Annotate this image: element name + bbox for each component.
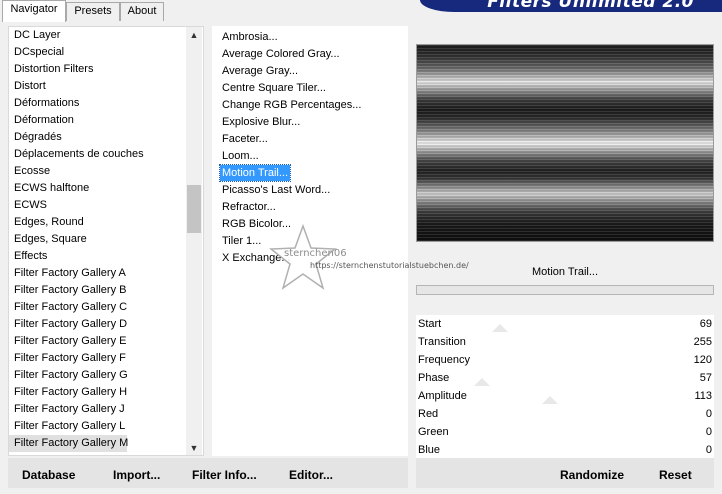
category-item[interactable]: Filter Factory Gallery E bbox=[9, 333, 187, 350]
tab-about[interactable]: About bbox=[120, 2, 164, 21]
filter-item[interactable]: Explosive Blur... bbox=[220, 114, 302, 130]
category-item[interactable]: Déformations bbox=[9, 95, 187, 112]
filter-info-button[interactable]: Filter Info... bbox=[192, 468, 257, 482]
category-item[interactable]: Filter Factory Gallery H bbox=[9, 384, 187, 401]
category-item[interactable]: Filter Factory Gallery D bbox=[9, 316, 187, 333]
bottom-button-bar-left: Database Import... Filter Info... Editor… bbox=[8, 458, 408, 488]
parameter-label: Green bbox=[418, 426, 449, 438]
filter-item[interactable]: Tiler 1... bbox=[220, 233, 263, 249]
category-item[interactable]: Filter Factory Gallery A bbox=[9, 265, 187, 282]
editor-button[interactable]: Editor... bbox=[289, 468, 333, 482]
filter-item[interactable]: X Exchange... bbox=[220, 250, 293, 266]
category-item[interactable]: ECWS bbox=[9, 197, 187, 214]
parameter-row[interactable]: Green 0 bbox=[416, 423, 714, 441]
category-item[interactable]: DC Layer bbox=[9, 27, 187, 44]
category-item[interactable]: Filter Factory Gallery C bbox=[9, 299, 187, 316]
brand-title: Filters Unlimited 2.0 bbox=[487, 0, 694, 12]
category-item[interactable]: Filter Factory Gallery L bbox=[9, 418, 187, 435]
parameter-value: 0 bbox=[705, 444, 712, 456]
category-item[interactable]: Edges, Round bbox=[9, 214, 187, 231]
category-list-panel: DC Layer DCspecial Distortion Filters Disto… bbox=[8, 26, 204, 456]
category-item[interactable]: Distortion Filters bbox=[9, 61, 187, 78]
parameter-panel: Start 69 Transition 255 Frequency 120 Phase 57 A… bbox=[416, 315, 714, 459]
progress-bar bbox=[416, 285, 714, 295]
filter-preview bbox=[416, 44, 714, 242]
parameter-row[interactable]: Transition 255 bbox=[416, 333, 714, 351]
tab-presets[interactable]: Presets bbox=[66, 2, 120, 21]
category-item[interactable]: Filter Factory Gallery J bbox=[9, 401, 187, 418]
parameter-value: 0 bbox=[705, 408, 712, 420]
category-item[interactable]: Déformation bbox=[9, 112, 187, 129]
parameter-value: 113 bbox=[694, 390, 712, 402]
category-list[interactable]: DC Layer DCspecial Distortion Filters Disto… bbox=[9, 27, 187, 455]
database-button[interactable]: Database bbox=[22, 468, 75, 482]
parameter-label: Red bbox=[418, 408, 439, 420]
scroll-thumb[interactable] bbox=[187, 185, 201, 233]
parameter-label: Transition bbox=[418, 336, 466, 348]
category-item[interactable]: Effects bbox=[9, 248, 187, 265]
parameter-value: 69 bbox=[699, 318, 712, 330]
parameter-row[interactable]: Blue 0 bbox=[416, 441, 714, 459]
parameter-value: 0 bbox=[705, 426, 712, 438]
category-item[interactable]: Filter Factory Gallery B bbox=[9, 282, 187, 299]
parameter-row[interactable]: Amplitude 113 bbox=[416, 387, 714, 405]
parameter-label: Start bbox=[418, 318, 442, 330]
filter-item[interactable]: Ambrosia... bbox=[220, 29, 280, 45]
category-item[interactable]: Dégradés bbox=[9, 129, 187, 146]
brand-banner: Filters Unlimited 2.0 bbox=[420, 0, 722, 12]
parameter-row[interactable]: Frequency 120 bbox=[416, 351, 714, 369]
category-scrollbar[interactable]: ▲ ▼ bbox=[186, 27, 202, 455]
bottom-button-bar-right: Randomize Reset bbox=[416, 458, 714, 488]
category-item[interactable]: Ecosse bbox=[9, 163, 187, 180]
reset-button[interactable]: Reset bbox=[659, 468, 692, 482]
category-item[interactable]: Distort bbox=[9, 78, 187, 95]
import-button[interactable]: Import... bbox=[113, 468, 160, 482]
parameter-label: Frequency bbox=[418, 354, 470, 366]
category-item[interactable]: DCspecial bbox=[9, 44, 187, 61]
category-item[interactable]: Filter Factory Gallery G bbox=[9, 367, 187, 384]
category-item[interactable]: Filter Factory Gallery F bbox=[9, 350, 187, 367]
parameter-label: Phase bbox=[418, 372, 450, 384]
parameter-value: 255 bbox=[693, 336, 712, 348]
category-item[interactable]: ECWS halftone bbox=[9, 180, 187, 197]
category-item[interactable]: Filter Factory Gallery M bbox=[9, 435, 128, 452]
filter-title: Motion Trail... bbox=[531, 266, 599, 278]
parameter-label: Blue bbox=[418, 444, 441, 456]
parameter-value: 120 bbox=[693, 354, 712, 366]
filter-item[interactable]: RGB Bicolor... bbox=[220, 216, 293, 232]
parameter-value: 57 bbox=[699, 372, 712, 384]
filter-item[interactable]: Change RGB Percentages... bbox=[220, 97, 363, 113]
scroll-up-arrow-icon[interactable]: ▲ bbox=[186, 27, 202, 44]
filter-item[interactable]: Faceter... bbox=[220, 131, 270, 147]
category-item[interactable]: Edges, Square bbox=[9, 231, 187, 248]
filter-item[interactable]: Picasso's Last Word... bbox=[220, 182, 332, 198]
parameter-row[interactable]: Phase 57 bbox=[416, 369, 714, 387]
scroll-down-arrow-icon[interactable]: ▼ bbox=[186, 440, 202, 455]
randomize-button[interactable]: Randomize bbox=[560, 468, 624, 482]
tab-navigator[interactable]: Navigator bbox=[2, 0, 66, 22]
category-item[interactable]: Déplacements de couches bbox=[9, 146, 187, 163]
filter-item[interactable]: Motion Trail... bbox=[218, 164, 292, 182]
filter-item[interactable]: Refractor... bbox=[220, 199, 278, 215]
filter-item[interactable]: Loom... bbox=[220, 148, 261, 164]
parameter-row[interactable]: Start 69 bbox=[416, 315, 714, 333]
parameter-row[interactable]: Red 0 bbox=[416, 405, 714, 423]
parameter-label: Amplitude bbox=[418, 390, 467, 402]
filter-item[interactable]: Average Colored Gray... bbox=[220, 46, 342, 62]
filter-list[interactable]: Ambrosia... Average Colored Gray... Averag… bbox=[212, 26, 408, 456]
filter-item[interactable]: Average Gray... bbox=[220, 63, 300, 79]
filter-item[interactable]: Centre Square Tiler... bbox=[220, 80, 328, 96]
